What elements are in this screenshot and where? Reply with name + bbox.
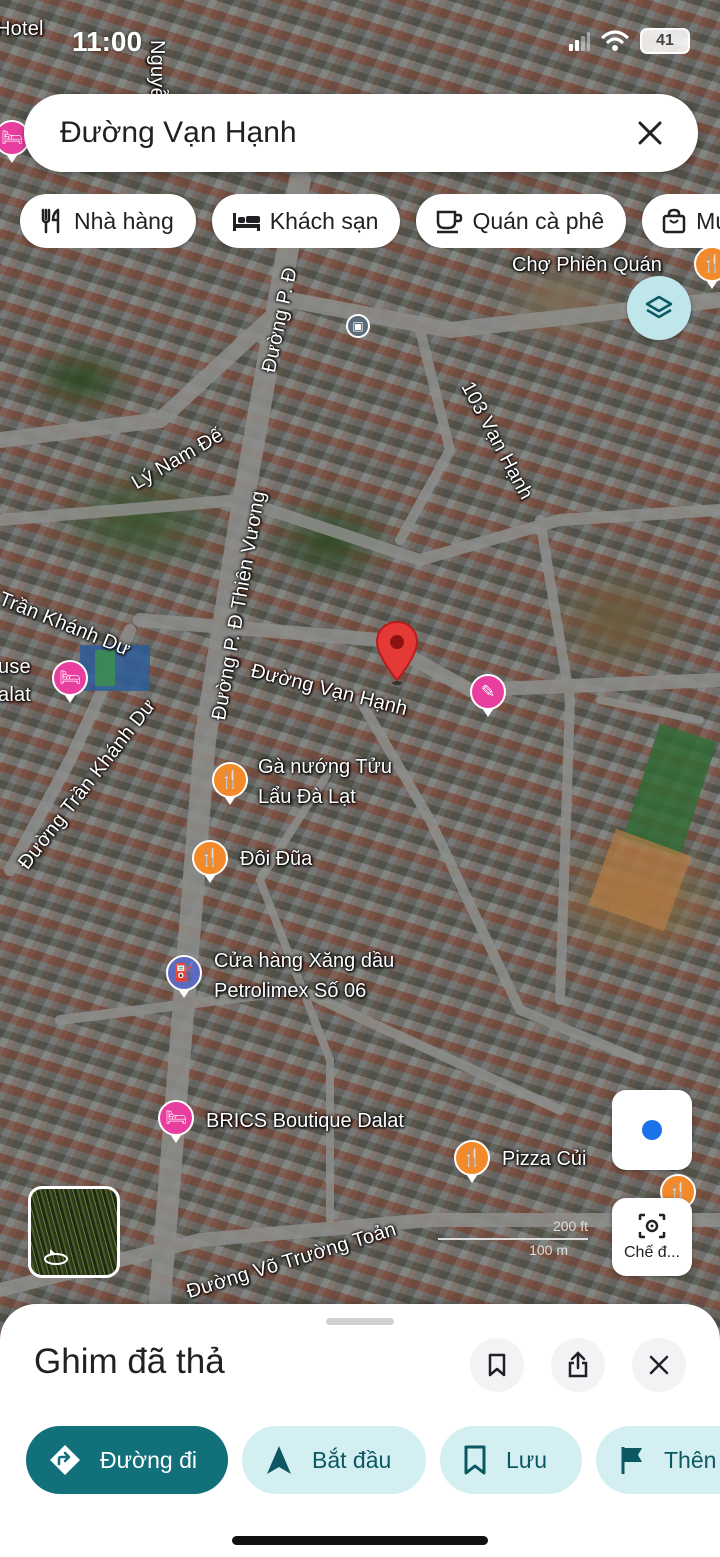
add-label-text: Thên [664, 1446, 717, 1473]
ga-nuong-label-1[interactable]: Gà nướng Tửu [258, 754, 392, 780]
wifi-icon [600, 30, 630, 51]
chip-restaurants[interactable]: Nhà hàng [20, 194, 196, 248]
search-query[interactable]: Đường Vạn Hạnh [60, 116, 630, 150]
start-navigation-button[interactable]: Bắt đầu [242, 1426, 426, 1494]
place-bottom-sheet[interactable]: Ghim đã thả Đường đi Bắt đầu Lưu Thên [0, 1304, 720, 1557]
my-location-button[interactable] [612, 1090, 692, 1170]
share-button[interactable] [551, 1338, 605, 1392]
cho-phien-quan-label[interactable]: Chợ Phiên Quán [512, 252, 662, 278]
location-dot-icon [642, 1120, 662, 1140]
close-sheet-button[interactable] [632, 1338, 686, 1392]
ga-nuong-pin[interactable]: 🍴 [212, 762, 248, 805]
status-icons: 41 [568, 28, 690, 54]
search-bar[interactable]: Đường Vạn Hạnh [24, 94, 698, 172]
gas-station-pin[interactable]: ⛽ [166, 955, 202, 998]
close-icon [638, 121, 662, 145]
status-time: 11:00 [72, 26, 143, 57]
gas-station-label-2[interactable]: Petrolimex Số 06 [214, 978, 366, 1004]
shopping-bag-icon [662, 208, 686, 234]
rotate-360-icon [44, 1249, 68, 1265]
scale-bar: 200 ft 100 m [438, 1218, 588, 1260]
share-icon [568, 1351, 588, 1378]
camera-lens-icon [638, 1213, 666, 1239]
close-icon [649, 1355, 669, 1375]
lens-mode-button[interactable]: Chế đ... [612, 1198, 692, 1276]
scale-bottom-label: 100 m [529, 1242, 568, 1258]
clear-search-button[interactable] [630, 113, 670, 153]
bookmark-icon [488, 1353, 506, 1377]
chip-coffee[interactable]: Quán cà phê [416, 194, 627, 248]
bus-stop-icon[interactable]: ▣ [346, 314, 370, 338]
street-label-use-edge: use [0, 656, 31, 678]
chip-hotels[interactable]: Khách sạn [211, 194, 401, 248]
category-chips: Nhà hàng Khách sạn Quán cà phê Mu [20, 194, 720, 248]
add-label-button[interactable]: Thên [596, 1426, 720, 1494]
home-indicator [232, 1536, 488, 1545]
brics-pin[interactable]: 🛏 [158, 1100, 194, 1143]
battery-indicator: 41 [640, 28, 690, 54]
chip-shopping[interactable]: Mu [642, 194, 720, 248]
ga-nuong-label-2[interactable]: Lẩu Đà Lạt [258, 784, 356, 810]
chip-label: Mu [696, 207, 720, 234]
chip-label: Khách sạn [269, 207, 379, 234]
save-button[interactable]: Lưu [440, 1426, 582, 1494]
map-layers-button[interactable] [627, 276, 691, 340]
save-label: Lưu [506, 1446, 547, 1473]
start-label: Bắt đầu [312, 1446, 392, 1473]
doi-dua-pin[interactable]: 🍴 [192, 840, 228, 883]
dropped-pin-icon[interactable] [374, 620, 420, 686]
directions-button[interactable]: Đường đi [26, 1426, 228, 1494]
street-label-hotel-edge: Hotel [0, 18, 44, 40]
hotel-pin-left[interactable]: 🛏 [52, 660, 88, 703]
directions-label: Đường đi [100, 1446, 197, 1473]
bed-icon [232, 213, 260, 231]
coffee-cup-icon [437, 210, 463, 234]
chip-label: Quán cà phê [472, 207, 605, 234]
fork-knife-icon [41, 208, 60, 234]
place-actions: Đường đi Bắt đầu Lưu Thên [26, 1426, 720, 1494]
navigation-arrow-icon [267, 1446, 291, 1474]
doi-dua-label[interactable]: Đôi Đũa [240, 846, 312, 872]
lens-mode-label: Chế đ... [623, 1244, 681, 1261]
bookmark-icon [464, 1445, 486, 1475]
sheet-title: Ghim đã thả [34, 1342, 225, 1381]
pizza-label[interactable]: Pizza Củi [502, 1146, 586, 1172]
flag-icon [621, 1447, 642, 1474]
street-view-thumbnail[interactable] [28, 1186, 120, 1278]
layers-icon [645, 295, 673, 319]
chip-label: Nhà hàng [74, 207, 174, 234]
attraction-pin[interactable]: ✎ [470, 674, 506, 717]
pizza-pin[interactable]: 🍴 [454, 1140, 490, 1183]
signal-icon [569, 32, 590, 51]
brics-label[interactable]: BRICS Boutique Dalat [206, 1108, 404, 1134]
directions-icon [50, 1445, 80, 1475]
gas-station-label-1[interactable]: Cửa hàng Xăng dầu [214, 948, 394, 974]
street-label-alat-edge: alat [0, 684, 32, 706]
sheet-drag-handle[interactable] [326, 1318, 394, 1325]
save-bookmark-button[interactable] [470, 1338, 524, 1392]
scale-top-label: 200 ft [552, 1218, 588, 1234]
